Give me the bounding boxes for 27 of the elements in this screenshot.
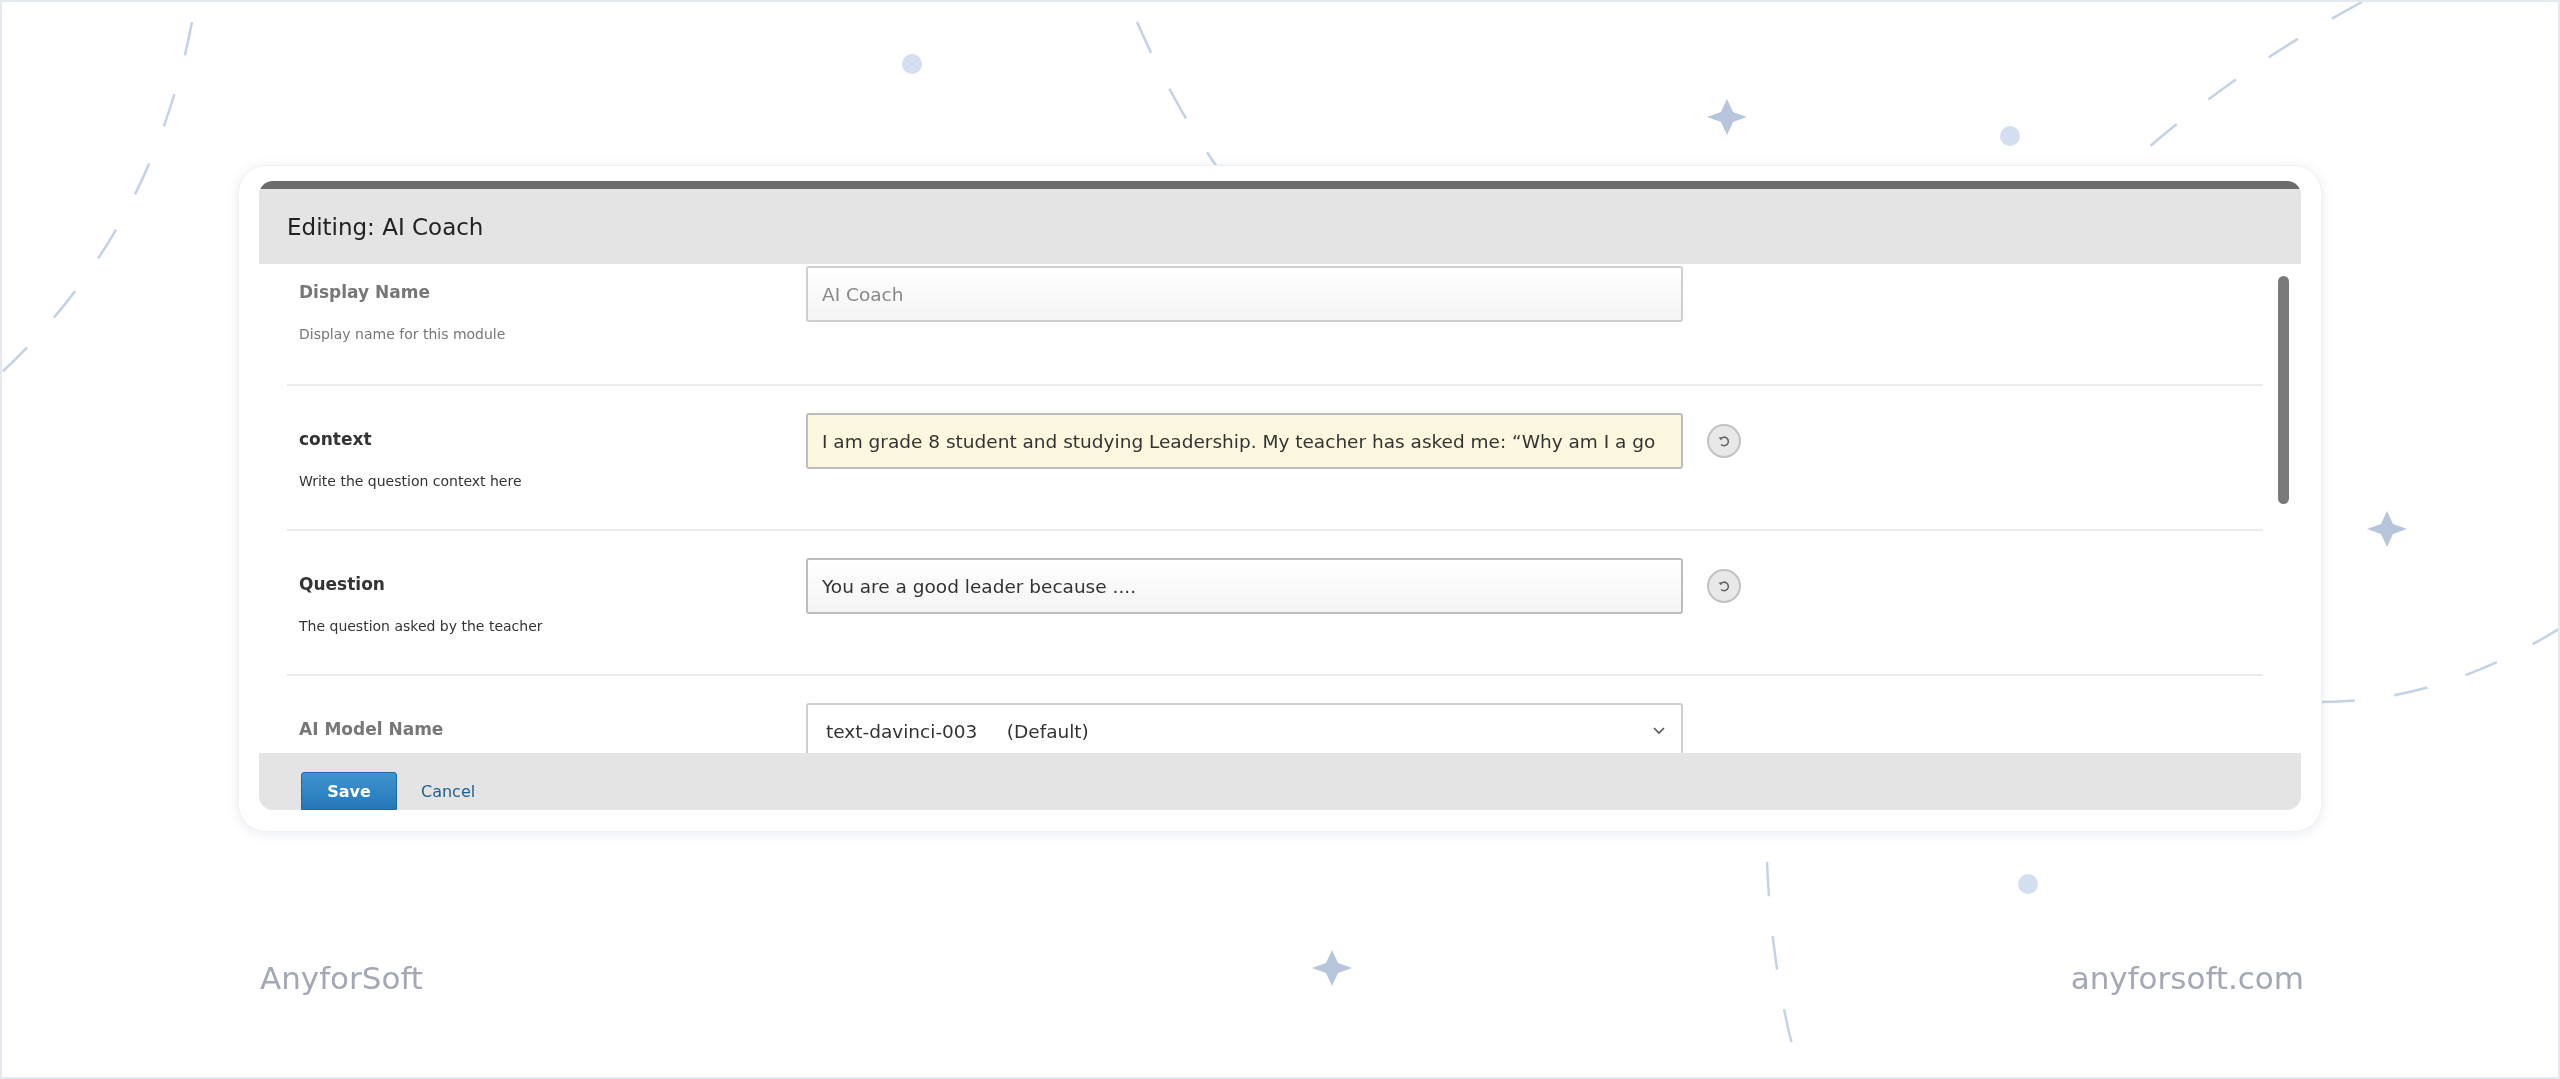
reset-icon (1716, 578, 1732, 594)
model-dropdown[interactable]: text-davinci-003 (Default) (806, 703, 1683, 753)
cancel-link[interactable]: Cancel (421, 782, 476, 801)
star-decoration (1707, 99, 1747, 135)
reset-button[interactable] (1707, 424, 1741, 458)
reset-icon (1716, 433, 1732, 449)
field-label: AI Model Name (299, 719, 445, 739)
field-description: Display name for this module (299, 326, 507, 342)
dot-decoration (2000, 126, 2020, 146)
reset-button[interactable] (1707, 569, 1741, 603)
scrollbar[interactable] (2278, 276, 2289, 504)
text-field[interactable]: You are a good leader because .... (806, 558, 1683, 614)
field-description: Write the question context here (299, 473, 523, 489)
field-description: The question asked by the teacher (299, 618, 544, 634)
dot-decoration (2018, 874, 2038, 894)
star-decoration (2367, 511, 2407, 547)
star-decoration (1312, 950, 1352, 986)
text-field[interactable]: I am grade 8 student and studying Leadership. My teacher has asked me: “Why am I a go (806, 413, 1683, 469)
website-url: anyforsoft.com (2070, 960, 2304, 996)
brand-name: AnyforSoft (260, 960, 423, 996)
save-button[interactable]: Save (301, 772, 397, 810)
field-label: Display Name (299, 282, 431, 302)
dot-decoration (902, 54, 922, 74)
field-label: Question (299, 574, 386, 594)
field-label: context (299, 429, 373, 449)
caret-icon (1653, 727, 1665, 735)
dialog-title: Editing: AI Coach (287, 213, 484, 240)
